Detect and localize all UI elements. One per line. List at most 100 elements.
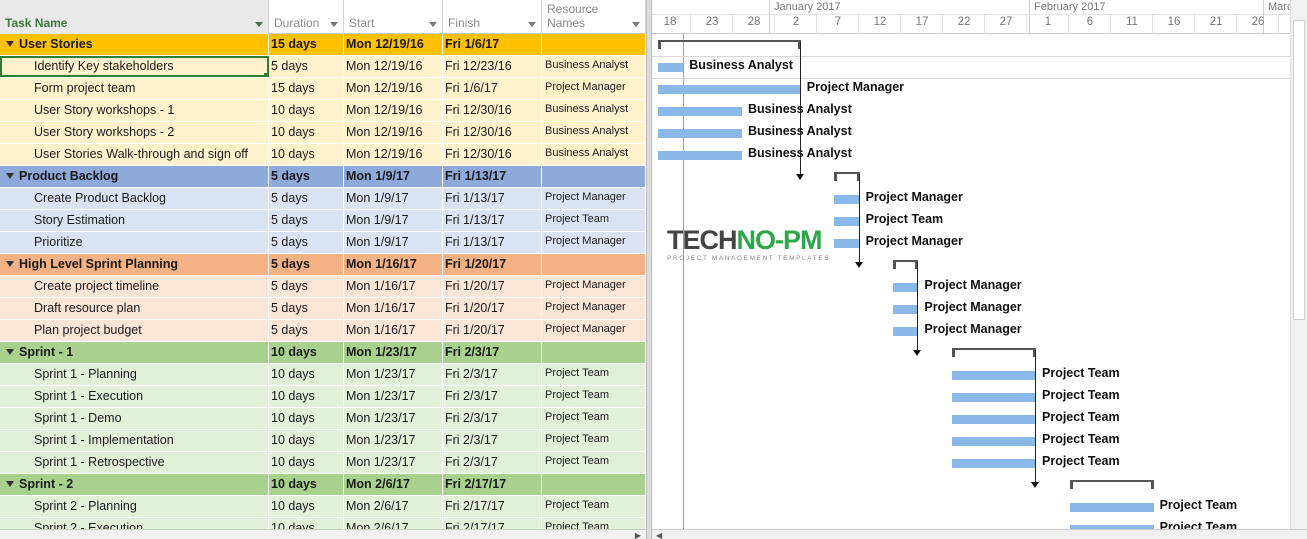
- cell-finish[interactable]: Fri 1/20/17: [443, 298, 542, 319]
- cell-resource[interactable]: Business Analyst: [542, 144, 646, 165]
- cell-finish[interactable]: Fri 1/13/17: [443, 232, 542, 253]
- cell-name[interactable]: Sprint 1 - Retrospective: [0, 452, 269, 473]
- summary-task-row[interactable]: User Stories 15 days Mon 12/19/16 Fri 1/6/1…: [0, 34, 646, 56]
- cell-finish[interactable]: Fri 2/3/17: [443, 364, 542, 385]
- cell-start[interactable]: Mon 1/16/17: [344, 298, 443, 319]
- cell-duration[interactable]: 5 days: [269, 210, 344, 231]
- cell-resource[interactable]: [542, 254, 646, 275]
- cell-finish[interactable]: Fri 12/23/16: [443, 56, 542, 77]
- cell-name[interactable]: Sprint 1 - Execution: [0, 386, 269, 407]
- table-row[interactable]: Story Estimation 5 days Mon 1/9/17 Fri 1/13…: [0, 210, 646, 232]
- cell-name[interactable]: Prioritize: [0, 232, 269, 253]
- cell-duration[interactable]: 5 days: [269, 188, 344, 209]
- cell-start[interactable]: Mon 1/9/17: [344, 232, 443, 253]
- cell-duration[interactable]: 10 days: [269, 342, 344, 363]
- cell-start[interactable]: Mon 1/23/17: [344, 452, 443, 473]
- cell-resource[interactable]: Project Team: [542, 364, 646, 385]
- cell-start[interactable]: Mon 1/23/17: [344, 342, 443, 363]
- cell-resource[interactable]: Project Team: [542, 430, 646, 451]
- cell-resource[interactable]: Project Team: [542, 210, 646, 231]
- summary-task-row[interactable]: Sprint - 2 10 days Mon 2/6/17 Fri 2/17/17: [0, 474, 646, 496]
- table-row[interactable]: Sprint 2 - Planning 10 days Mon 2/6/17 Fri …: [0, 496, 646, 518]
- cell-name[interactable]: High Level Sprint Planning: [0, 254, 269, 275]
- cell-duration[interactable]: 10 days: [269, 452, 344, 473]
- task-bar[interactable]: [893, 327, 919, 336]
- collapse-triangle-icon[interactable]: [6, 481, 14, 487]
- task-bar[interactable]: [893, 305, 919, 314]
- summary-task-row[interactable]: Sprint - 1 10 days Mon 1/23/17 Fri 2/3/17: [0, 342, 646, 364]
- collapse-triangle-icon[interactable]: [6, 41, 14, 47]
- table-horizontal-scrollbar[interactable]: ▶: [0, 529, 646, 539]
- cell-duration[interactable]: 10 days: [269, 474, 344, 495]
- cell-start[interactable]: Mon 12/19/16: [344, 34, 443, 55]
- cell-name[interactable]: Draft resource plan: [0, 298, 269, 319]
- cell-duration[interactable]: 15 days: [269, 78, 344, 99]
- cell-finish[interactable]: Fri 1/6/17: [443, 78, 542, 99]
- cell-name[interactable]: Sprint 2 - Planning: [0, 496, 269, 517]
- cell-name[interactable]: User Story workshops - 2: [0, 122, 269, 143]
- cell-name[interactable]: Create Product Backlog: [0, 188, 269, 209]
- task-bar[interactable]: [893, 283, 919, 292]
- cell-name[interactable]: Plan project budget: [0, 320, 269, 341]
- cell-resource[interactable]: Project Team: [542, 496, 646, 517]
- table-row[interactable]: User Stories Walk-through and sign off 10…: [0, 144, 646, 166]
- task-bar[interactable]: [952, 459, 1036, 468]
- task-bar[interactable]: [952, 371, 1036, 380]
- table-row[interactable]: User Story workshops - 1 10 days Mon 12/19…: [0, 100, 646, 122]
- cell-finish[interactable]: Fri 1/13/17: [443, 188, 542, 209]
- cell-finish[interactable]: Fri 2/3/17: [443, 386, 542, 407]
- table-row[interactable]: Sprint 1 - Implementation 10 days Mon 1/23…: [0, 430, 646, 452]
- task-bar[interactable]: [658, 63, 684, 72]
- cell-finish[interactable]: Fri 2/3/17: [443, 452, 542, 473]
- cell-duration[interactable]: 5 days: [269, 166, 344, 187]
- cell-finish[interactable]: Fri 1/20/17: [443, 254, 542, 275]
- cell-resource[interactable]: Business Analyst: [542, 122, 646, 143]
- cell-finish[interactable]: Fri 2/17/17: [443, 496, 542, 517]
- cell-name[interactable]: User Story workshops - 1: [0, 100, 269, 121]
- cell-start[interactable]: Mon 1/9/17: [344, 166, 443, 187]
- cell-resource[interactable]: [542, 342, 646, 363]
- table-row[interactable]: Plan project budget 5 days Mon 1/16/17 Fri …: [0, 320, 646, 342]
- cell-start[interactable]: Mon 2/6/17: [344, 474, 443, 495]
- column-header-task-name[interactable]: Task Name: [0, 0, 269, 34]
- table-row[interactable]: Identify Key stakeholders 5 days Mon 12/19…: [0, 56, 646, 78]
- cell-finish[interactable]: Fri 2/3/17: [443, 342, 542, 363]
- cell-duration[interactable]: 10 days: [269, 144, 344, 165]
- cell-finish[interactable]: Fri 2/3/17: [443, 430, 542, 451]
- task-bar[interactable]: [658, 85, 801, 94]
- task-bar[interactable]: [1069, 503, 1154, 512]
- cell-finish[interactable]: Fri 12/30/16: [443, 100, 542, 121]
- task-bar[interactable]: [658, 107, 742, 116]
- cell-resource[interactable]: Business Analyst: [542, 56, 646, 77]
- cell-start[interactable]: Mon 1/23/17: [344, 430, 443, 451]
- cell-start[interactable]: Mon 12/19/16: [344, 56, 443, 77]
- scroll-right-arrow-icon[interactable]: ▶: [635, 531, 641, 539]
- table-row[interactable]: Draft resource plan 5 days Mon 1/16/17 Fri …: [0, 298, 646, 320]
- task-bar[interactable]: [834, 239, 860, 248]
- cell-duration[interactable]: 5 days: [269, 254, 344, 275]
- cell-start[interactable]: Mon 1/9/17: [344, 188, 443, 209]
- cell-start[interactable]: Mon 1/16/17: [344, 276, 443, 297]
- cell-name[interactable]: Sprint - 1: [0, 342, 269, 363]
- cell-start[interactable]: Mon 1/23/17: [344, 364, 443, 385]
- summary-bar[interactable]: [1069, 480, 1154, 489]
- table-row[interactable]: Create Product Backlog 5 days Mon 1/9/17 Fr…: [0, 188, 646, 210]
- table-row[interactable]: Sprint 1 - Execution 10 days Mon 1/23/17 Fr…: [0, 386, 646, 408]
- summary-task-row[interactable]: Product Backlog 5 days Mon 1/9/17 Fri 1/13/…: [0, 166, 646, 188]
- cell-duration[interactable]: 5 days: [269, 298, 344, 319]
- cell-duration[interactable]: 15 days: [269, 34, 344, 55]
- column-header-start[interactable]: Start: [344, 0, 443, 34]
- cell-resource[interactable]: Project Manager: [542, 188, 646, 209]
- cell-resource[interactable]: Project Team: [542, 452, 646, 473]
- cell-duration[interactable]: 10 days: [269, 100, 344, 121]
- table-row[interactable]: Sprint 1 - Planning 10 days Mon 1/23/17 Fri…: [0, 364, 646, 386]
- cell-start[interactable]: Mon 1/9/17: [344, 210, 443, 231]
- cell-name[interactable]: Sprint 1 - Demo: [0, 408, 269, 429]
- cell-resource[interactable]: [542, 474, 646, 495]
- cell-finish[interactable]: Fri 2/3/17: [443, 408, 542, 429]
- summary-bar[interactable]: [658, 40, 801, 49]
- cell-duration[interactable]: 10 days: [269, 430, 344, 451]
- collapse-triangle-icon[interactable]: [6, 173, 14, 179]
- cell-duration[interactable]: 10 days: [269, 364, 344, 385]
- cell-start[interactable]: Mon 1/16/17: [344, 320, 443, 341]
